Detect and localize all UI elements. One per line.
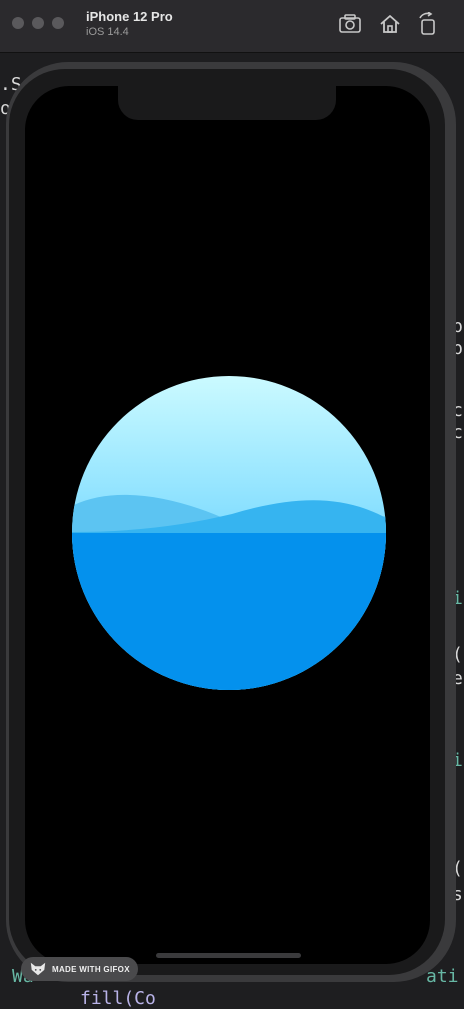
fox-icon (30, 962, 46, 976)
water-body (72, 533, 386, 690)
minimize-window-button[interactable] (32, 17, 44, 29)
home-icon[interactable] (378, 12, 402, 36)
os-version: iOS 14.4 (86, 26, 129, 38)
code-fragment: fill(Co (80, 988, 156, 1009)
rotate-icon[interactable] (416, 12, 440, 36)
wave-progress-circle (72, 376, 386, 690)
home-indicator[interactable] (156, 953, 301, 958)
screenshot-icon[interactable] (338, 12, 362, 36)
gifox-label: MADE WITH GIFOX (52, 964, 130, 974)
zoom-window-button[interactable] (52, 17, 64, 29)
phone-notch (118, 86, 336, 120)
simulator-titlebar: iPhone 12 Pro iOS 14.4 (0, 0, 464, 53)
gifox-badge: MADE WITH GIFOX (21, 957, 138, 981)
device-name: iPhone 12 Pro (86, 9, 173, 24)
close-window-button[interactable] (12, 17, 24, 29)
